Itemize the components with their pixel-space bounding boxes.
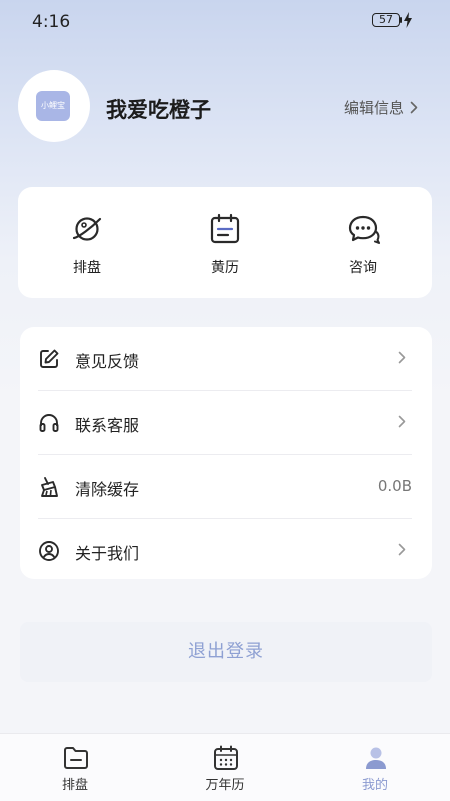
quick-action-consult[interactable]: 咨询 — [294, 187, 432, 298]
battery-cap — [400, 17, 402, 23]
status-time: 4:16 — [32, 12, 71, 32]
edit-info-label: 编辑信息 — [344, 99, 405, 117]
menu-item-clear-cache[interactable]: 清除缓存 0.0B — [20, 455, 432, 518]
status-bar: 4:16 57 — [0, 0, 450, 44]
chevron-right-icon — [398, 543, 406, 556]
quick-action-label: 黄历 — [211, 260, 239, 276]
quick-action-huangli[interactable]: 黄历 — [156, 187, 294, 298]
tab-label: 排盘 — [61, 778, 88, 793]
folder-icon — [64, 747, 88, 769]
menu-item-label: 联系客服 — [75, 416, 140, 435]
planet-icon — [72, 217, 102, 241]
tab-paipan[interactable]: 排盘 — [0, 734, 150, 801]
menu-item-about-us[interactable]: 关于我们 — [20, 519, 432, 582]
cache-size-value: 0.0B — [377, 477, 412, 495]
edit-info-link[interactable]: 编辑信息 — [344, 97, 418, 118]
headset-icon — [39, 414, 59, 432]
user-name: 我爱吃橙子 — [106, 98, 211, 122]
settings-menu-card: 意见反馈 联系客服 清除缓存 0.0B 关于我们 — [20, 327, 432, 579]
avatar[interactable]: 小鲤宝 — [18, 70, 90, 142]
broom-icon — [41, 477, 58, 497]
chevron-right-icon — [398, 415, 406, 428]
menu-item-label: 清除缓存 — [75, 480, 140, 499]
chevron-right-icon — [398, 351, 406, 364]
logout-button[interactable]: 退出登录 — [20, 622, 432, 682]
tab-label: 万年历 — [205, 778, 245, 793]
menu-item-label: 意见反馈 — [75, 352, 140, 371]
menu-item-feedback[interactable]: 意见反馈 — [20, 327, 432, 390]
user-circle-icon — [39, 541, 59, 561]
quick-action-label: 咨询 — [349, 260, 377, 276]
tab-label: 我的 — [361, 778, 388, 793]
quick-action-paipan[interactable]: 排盘 — [18, 187, 156, 298]
calendar-icon — [210, 213, 240, 244]
chevron-right-icon — [410, 101, 418, 114]
edit-icon — [40, 349, 59, 368]
menu-item-label: 关于我们 — [75, 544, 140, 563]
avatar-logo: 小鲤宝 — [36, 91, 70, 121]
person-icon — [366, 747, 386, 769]
bottom-tab-bar: 排盘 万年历 我的 — [0, 733, 450, 801]
tab-wannianli[interactable]: 万年历 — [150, 734, 300, 801]
charging-bolt-icon — [404, 12, 412, 28]
tab-mine[interactable]: 我的 — [300, 734, 450, 801]
quick-action-label: 排盘 — [73, 260, 101, 276]
quick-actions-card: 排盘 黄历 咨询 — [18, 187, 432, 298]
battery-icon: 57 — [372, 13, 400, 27]
profile-header: 小鲤宝 我爱吃橙子 编辑信息 — [0, 70, 450, 150]
battery-level: 57 — [379, 13, 393, 26]
menu-item-customer-service[interactable]: 联系客服 — [20, 391, 432, 454]
chat-bubbles-icon — [348, 215, 380, 244]
calendar-grid-icon — [214, 745, 238, 770]
